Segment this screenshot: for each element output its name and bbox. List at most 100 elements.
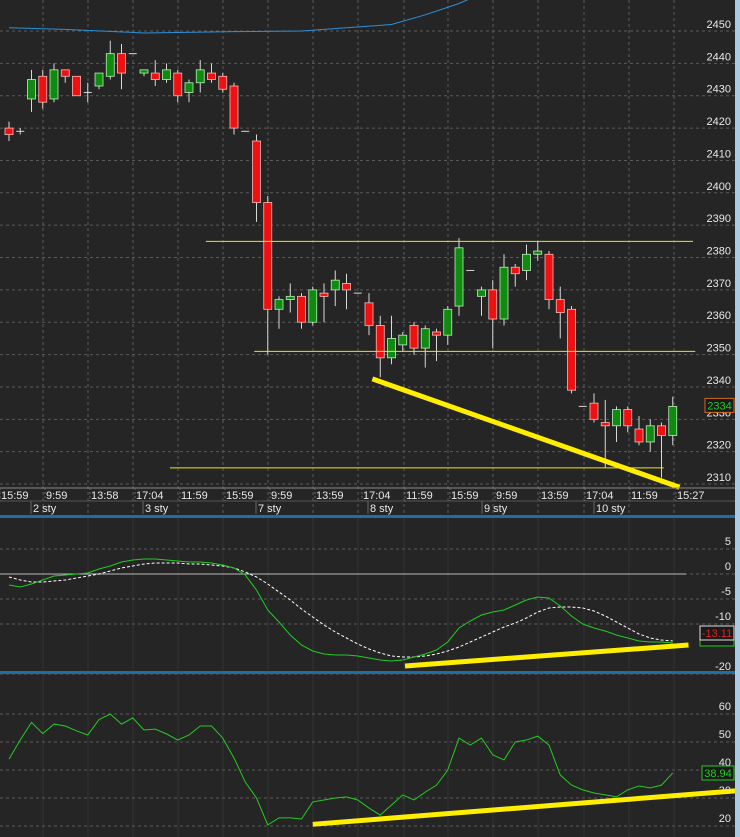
candle-body — [319, 292, 329, 297]
date-label: 3 sty — [145, 503, 169, 515]
candle-body — [27, 79, 36, 100]
date-label: 10 sty — [596, 503, 626, 515]
candle-body — [657, 425, 666, 436]
candle-body — [252, 140, 261, 203]
price-axis-label: 2380 — [707, 246, 731, 258]
candle-body — [432, 331, 441, 336]
candle-body — [229, 85, 239, 129]
candle-body — [443, 308, 453, 336]
price-axis-label: 2410 — [707, 148, 731, 160]
time-label: 9:59 — [271, 490, 292, 502]
rsi-axis-label: 50 — [719, 729, 731, 741]
candle-body — [420, 328, 430, 349]
candle-body — [173, 72, 183, 97]
candle-body — [623, 409, 633, 427]
candle-body — [342, 283, 351, 291]
price-axis-label: 2350 — [707, 343, 731, 355]
candle-body — [544, 253, 554, 300]
candle-body — [589, 402, 599, 420]
candle-body — [60, 69, 70, 77]
time-label: 9:59 — [46, 490, 67, 502]
date-label: 8 sty — [370, 503, 394, 515]
candle-body — [510, 266, 520, 275]
price-axis-label: 2440 — [707, 51, 731, 63]
candle-body — [387, 338, 396, 359]
price-axis-label: 2360 — [707, 310, 731, 322]
candle-body — [533, 250, 543, 255]
time-label: 15:27 — [677, 490, 705, 502]
candle-body — [263, 202, 273, 310]
macd-axis-label: 5 — [725, 536, 731, 548]
price-axis-label: 2390 — [707, 213, 731, 225]
window-edge-scrollbar[interactable] — [735, 0, 740, 837]
candle-body — [488, 289, 498, 320]
time-label: 17:04 — [136, 490, 164, 502]
rsi-axis-label: 60 — [719, 701, 731, 713]
candle-body — [499, 266, 509, 320]
time-label: 13:59 — [316, 490, 344, 502]
candle-body — [409, 325, 419, 349]
time-label: 13:59 — [541, 490, 569, 502]
candle-body — [150, 72, 160, 80]
price-axis-label: 2310 — [707, 472, 731, 484]
candle-body — [398, 334, 408, 346]
candle-body — [72, 75, 81, 97]
price-axis-label: 2340 — [707, 375, 731, 387]
candle[interactable] — [72, 75, 81, 97]
rsi-axis-label: 20 — [719, 813, 731, 825]
time-label: 15:59 — [1, 490, 29, 502]
candle-body — [105, 53, 115, 77]
price-axis-label: 2420 — [707, 116, 731, 128]
macd-value-label: -13.11 — [702, 628, 732, 640]
time-label: 15:59 — [226, 490, 254, 502]
time-label: 15:59 — [451, 490, 479, 502]
candle-body — [364, 302, 374, 326]
candle-body — [308, 289, 318, 323]
candle-body — [375, 325, 385, 359]
candle[interactable] — [229, 82, 239, 135]
last-price-label: 2334 — [707, 400, 731, 412]
candle-body — [454, 247, 464, 307]
candle[interactable] — [454, 238, 464, 316]
candle-body — [522, 253, 531, 271]
candle-body — [218, 75, 228, 90]
candle-body — [195, 69, 205, 84]
candle-body — [285, 295, 295, 300]
time-label: 11:59 — [181, 490, 208, 502]
candle-body — [4, 127, 14, 135]
candle-body — [668, 405, 678, 436]
price-axis-label: 2450 — [707, 19, 731, 31]
panel-divider[interactable] — [0, 671, 735, 674]
date-label: 9 sty — [484, 503, 508, 515]
trading-chart[interactable]: 2460245024402430242024102400239023802370… — [0, 0, 740, 837]
time-label: 11:59 — [631, 490, 658, 502]
candle-body — [634, 428, 644, 443]
candle[interactable] — [308, 286, 318, 326]
candle-body — [274, 299, 284, 310]
candle-body — [139, 69, 149, 74]
price-axis-label: 2430 — [707, 84, 731, 96]
candle[interactable] — [218, 73, 228, 93]
candle-body — [184, 82, 194, 93]
macd-axis-label: -10 — [715, 611, 731, 623]
candle-body — [162, 69, 171, 80]
macd-axis-label: -5 — [721, 586, 731, 598]
candle-body — [330, 279, 340, 291]
candle-body — [49, 69, 59, 100]
macd-axis-label: 0 — [725, 561, 731, 573]
price-axis-label: 2400 — [707, 181, 731, 193]
panel-divider[interactable] — [0, 515, 735, 518]
candle-body — [645, 425, 655, 443]
candle[interactable] — [567, 306, 576, 394]
candle-body — [600, 422, 610, 427]
candle-body — [567, 308, 576, 391]
time-label: 17:04 — [586, 490, 614, 502]
candle-body — [555, 299, 565, 313]
price-axis-label: 2370 — [707, 278, 731, 290]
candle-body — [94, 72, 104, 87]
price-axis-label: 2320 — [707, 440, 731, 452]
rsi-value-label: 38.94 — [704, 768, 732, 780]
candle-body — [612, 409, 621, 427]
candle-body — [38, 75, 48, 103]
time-label: 9:59 — [496, 490, 517, 502]
